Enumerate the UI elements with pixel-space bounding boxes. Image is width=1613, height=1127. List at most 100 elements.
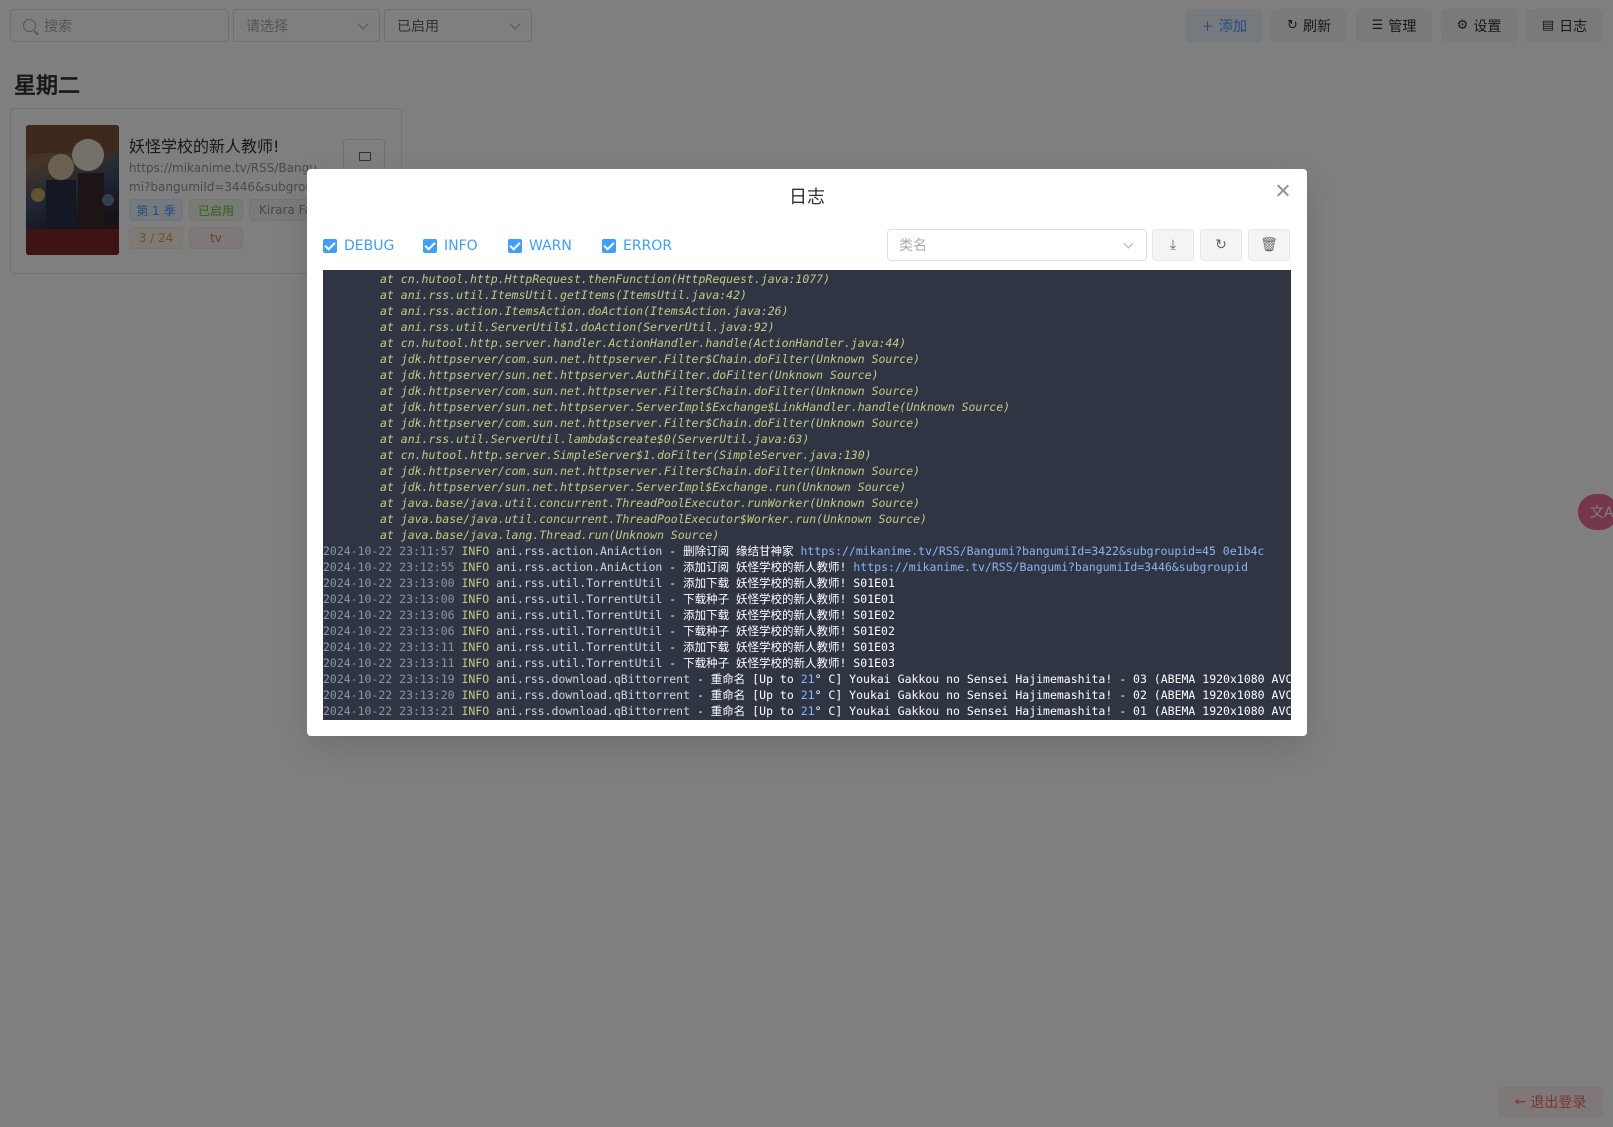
info-checkbox[interactable]: INFO <box>423 236 478 256</box>
log-line: 2024-10-22 23:13:11 INFO ani.rss.util.To… <box>323 639 895 655</box>
dialog-title: 日志 <box>789 187 825 208</box>
log-level: INFO <box>461 576 490 590</box>
checkbox-checked-icon <box>323 239 337 253</box>
log-ts: 2024-10-22 23:13:20 <box>323 688 455 702</box>
log-line: 2024-10-22 23:11:57 INFO ani.rss.action.… <box>323 543 1264 559</box>
warn-checkbox[interactable]: WARN <box>508 236 572 256</box>
log-cls: ani.rss.download.qBittorrent <box>496 688 691 702</box>
log-stack-line: at cn.hutool.http.server.handler.ActionH… <box>380 336 907 350</box>
log-stack-line: at jdk.httpserver/com.sun.net.httpserver… <box>380 464 921 478</box>
log-cls: ani.rss.util.TorrentUtil <box>496 608 663 622</box>
log-rest: ° C] Youkai Gakkou no Sensei Hajimemashi… <box>814 688 1291 702</box>
log-ts: 2024-10-22 23:13:00 <box>323 576 455 590</box>
log-url: https://mikanime.tv/RSS/Bangumi?bangumiI… <box>853 560 1249 574</box>
log-msg: - 删除订阅 缘结甘神家 <box>669 544 801 558</box>
log-level: INFO <box>461 640 490 654</box>
log-url: 21 <box>800 672 815 686</box>
log-stack-line: at ani.rss.action.ItemsAction.doAction(I… <box>380 304 789 318</box>
log-cls: ani.rss.download.qBittorrent <box>496 704 691 718</box>
log-stack-line: at java.base/java.util.concurrent.Thread… <box>380 512 927 526</box>
log-msg: - 下载种子 妖怪学校的新人教师! S01E03 <box>669 656 895 670</box>
log-ts: 2024-10-22 23:13:19 <box>323 672 455 686</box>
log-rest: ° C] Youkai Gakkou no Sensei Hajimemashi… <box>814 704 1291 718</box>
log-level: INFO <box>461 656 490 670</box>
log-rest: ° C] Youkai Gakkou no Sensei Hajimemashi… <box>814 672 1291 686</box>
log-level: INFO <box>461 704 490 718</box>
checkbox-checked-icon <box>602 239 616 253</box>
log-level: INFO <box>461 608 490 622</box>
log-stack-line: at jdk.httpserver/sun.net.httpserver.Aut… <box>380 368 879 382</box>
log-cls: ani.rss.action.AniAction <box>496 544 663 558</box>
log-stack-line: at jdk.httpserver/sun.net.httpserver.Ser… <box>380 480 907 494</box>
error-checkbox[interactable]: ERROR <box>602 236 672 256</box>
log-line: 2024-10-22 23:13:00 INFO ani.rss.util.To… <box>323 575 895 591</box>
log-cls: ani.rss.util.TorrentUtil <box>496 624 663 638</box>
log-line: 2024-10-22 23:12:55 INFO ani.rss.action.… <box>323 559 1248 575</box>
log-stack-line: at cn.hutool.http.server.SimpleServer$1.… <box>380 448 872 462</box>
log-cls: ani.rss.action.AniAction <box>496 560 663 574</box>
log-line: 2024-10-22 23:13:21 INFO ani.rss.downloa… <box>323 703 1291 719</box>
log-level: INFO <box>461 624 490 638</box>
log-msg: - 添加下载 妖怪学校的新人教师! S01E03 <box>669 640 895 654</box>
log-line: 2024-10-22 23:13:06 INFO ani.rss.util.To… <box>323 607 895 623</box>
log-url: 21 <box>800 704 815 718</box>
log-line: 2024-10-22 23:13:06 INFO ani.rss.util.To… <box>323 623 895 639</box>
log-stack-line: at cn.hutool.http.HttpRequest.thenFuncti… <box>380 272 831 286</box>
log-level: INFO <box>461 672 490 686</box>
log-stack-line: at ani.rss.util.ServerUtil$1.doAction(Se… <box>380 320 775 334</box>
trash-icon: 🗑 <box>1260 237 1278 253</box>
log-stack-line: at java.base/java.lang.Thread.run(Unknow… <box>380 528 720 542</box>
log-ts: 2024-10-22 23:12:55 <box>323 560 455 574</box>
log-dialog: 日志 DEBUG INFO WARN ERROR 类名 ⤓ ↻ 🗑 at cn.… <box>307 169 1307 736</box>
log-msg: - 下载种子 妖怪学校的新人教师! S01E02 <box>669 624 895 638</box>
log-msg: - 添加下载 妖怪学校的新人教师! S01E01 <box>669 576 895 590</box>
log-stack-line: at jdk.httpserver/sun.net.httpserver.Ser… <box>380 400 1011 414</box>
class-name-select[interactable]: 类名 <box>887 229 1147 261</box>
reload-button[interactable]: ↻ <box>1200 229 1242 261</box>
log-msg: - 添加下载 妖怪学校的新人教师! S01E02 <box>669 608 895 622</box>
download-icon: ⤓ <box>1169 237 1177 253</box>
log-msg: - 下载种子 妖怪学校的新人教师! S01E01 <box>669 592 895 606</box>
log-line: 2024-10-22 23:13:11 INFO ani.rss.util.To… <box>323 655 895 671</box>
log-ts: 2024-10-22 23:13:21 <box>323 704 455 718</box>
log-stack-line: at jdk.httpserver/com.sun.net.httpserver… <box>380 352 921 366</box>
debug-checkbox[interactable]: DEBUG <box>323 236 394 256</box>
log-ts: 2024-10-22 23:13:11 <box>323 640 455 654</box>
log-output[interactable]: at cn.hutool.http.HttpRequest.thenFuncti… <box>323 270 1291 720</box>
log-line: 2024-10-22 23:13:00 INFO ani.rss.util.To… <box>323 591 895 607</box>
log-msg: - 重命名 [Up to <box>696 672 801 686</box>
log-stack-line: at jdk.httpserver/com.sun.net.httpserver… <box>380 416 921 430</box>
close-icon[interactable] <box>1273 181 1293 201</box>
log-ts: 2024-10-22 23:13:00 <box>323 592 455 606</box>
log-cls: ani.rss.util.TorrentUtil <box>496 656 663 670</box>
log-level: INFO <box>461 688 490 702</box>
log-url: 21 <box>800 688 815 702</box>
log-ts: 2024-10-22 23:13:06 <box>323 608 455 622</box>
log-ts: 2024-10-22 23:13:11 <box>323 656 455 670</box>
log-cls: ani.rss.util.TorrentUtil <box>496 576 663 590</box>
log-line: 2024-10-22 23:13:20 INFO ani.rss.downloa… <box>323 687 1291 703</box>
log-msg: - 添加订阅 妖怪学校的新人教师! <box>669 560 854 574</box>
log-level: INFO <box>461 544 490 558</box>
log-level: INFO <box>461 560 490 574</box>
log-cls: ani.rss.download.qBittorrent <box>496 672 691 686</box>
refresh-icon: ↻ <box>1215 237 1227 253</box>
log-stack-line: at java.base/java.util.concurrent.Thread… <box>380 496 921 510</box>
log-line: 2024-10-22 23:13:19 INFO ani.rss.downloa… <box>323 671 1291 687</box>
download-button[interactable]: ⤓ <box>1152 229 1194 261</box>
log-level: INFO <box>461 592 490 606</box>
log-ts: 2024-10-22 23:11:57 <box>323 544 455 558</box>
log-msg: - 重命名 [Up to <box>696 688 801 702</box>
checkbox-checked-icon <box>508 239 522 253</box>
log-cls: ani.rss.util.TorrentUtil <box>496 640 663 654</box>
clear-button[interactable]: 🗑 <box>1248 229 1290 261</box>
log-ts: 2024-10-22 23:13:06 <box>323 624 455 638</box>
log-stack-line: at ani.rss.util.ItemsUtil.getItems(Items… <box>380 288 747 302</box>
chevron-down-icon <box>1123 238 1134 249</box>
checkbox-checked-icon <box>423 239 437 253</box>
log-msg: - 重命名 [Up to <box>696 704 801 718</box>
log-cls: ani.rss.util.TorrentUtil <box>496 592 663 606</box>
log-url: https://mikanime.tv/RSS/Bangumi?bangumiI… <box>800 544 1265 558</box>
log-stack-line: at ani.rss.util.ServerUtil.lambda$create… <box>380 432 810 446</box>
log-stack-line: at jdk.httpserver/com.sun.net.httpserver… <box>380 384 921 398</box>
